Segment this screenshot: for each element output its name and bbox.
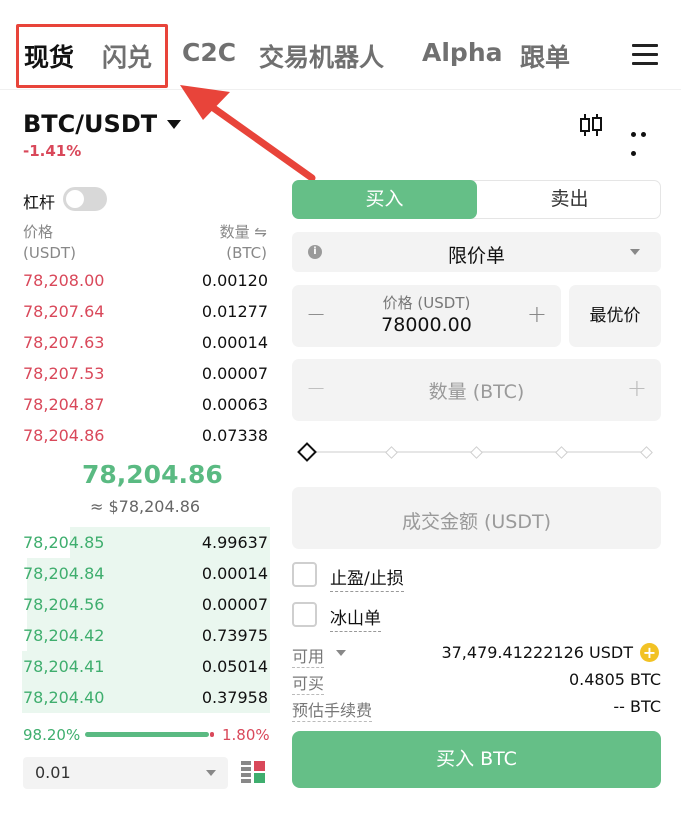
- bid-qty: 0.73975: [201, 626, 268, 645]
- bid-price: 78,204.40: [23, 688, 105, 707]
- tp-sl-label[interactable]: 止盈/止损: [330, 564, 404, 592]
- plus-icon[interactable]: +: [627, 374, 647, 402]
- bid-price: 78,204.41: [23, 657, 105, 676]
- annotation-highlight-box: [16, 24, 168, 88]
- orderbook-qty-header[interactable]: 数量 ⇋: [220, 221, 267, 242]
- buy-ratio: 98.20%: [23, 726, 81, 744]
- top-nav: 现货 闪兑 C2C 交易机器人 Alpha 跟单: [0, 0, 681, 90]
- more-options-icon[interactable]: [631, 122, 659, 156]
- ask-price: 78,204.87: [23, 395, 105, 414]
- tp-sl-checkbox[interactable]: [292, 562, 317, 587]
- tab-copy-trading[interactable]: 跟单: [520, 38, 570, 74]
- ask-row[interactable]: 78,207.53 0.00007: [0, 358, 270, 389]
- ask-price: 78,204.86: [23, 426, 105, 445]
- chevron-down-icon: [630, 249, 640, 255]
- iceberg-label[interactable]: 冰山单: [330, 604, 381, 632]
- available-label[interactable]: 可用: [292, 643, 325, 668]
- leverage-label: 杠杆: [23, 193, 56, 212]
- best-price-button[interactable]: 最优价: [569, 285, 661, 347]
- orderbook-price-header: 价格: [23, 223, 54, 241]
- chevron-down-icon[interactable]: [336, 650, 346, 656]
- bid-row[interactable]: 78,204.40 0.37958: [0, 682, 270, 713]
- fee-label[interactable]: 预估手续费: [292, 697, 373, 722]
- last-price-fiat: ≈ $78,204.86: [90, 497, 201, 516]
- iceberg-checkbox[interactable]: [292, 602, 317, 627]
- ask-row[interactable]: 78,204.86 0.07338: [0, 420, 270, 451]
- total-amount-placeholder: 成交金额 (USDT): [401, 511, 552, 533]
- order-type-select[interactable]: i 限价单: [292, 232, 661, 272]
- ask-price: 78,207.64: [23, 302, 105, 321]
- slider-handle[interactable]: [297, 442, 317, 462]
- bid-qty: 0.00007: [201, 595, 268, 614]
- can-buy-label: 可买: [292, 670, 325, 695]
- ask-price: 78,207.53: [23, 364, 105, 383]
- price-input[interactable]: − 价格 (USDT) 78000.00 +: [292, 285, 561, 347]
- slider-node-75[interactable]: [555, 446, 568, 459]
- price-change: -1.41%: [23, 142, 82, 160]
- quantity-input[interactable]: − 数量 (BTC) +: [292, 359, 661, 421]
- chevron-down-icon: [206, 770, 216, 776]
- ask-row[interactable]: 78,204.87 0.00063: [0, 389, 270, 420]
- can-buy-value: 0.4805 BTC: [568, 670, 661, 689]
- precision-select[interactable]: 0.01: [23, 757, 228, 789]
- orderbook-layout-icon[interactable]: [241, 760, 265, 784]
- bid-row[interactable]: 78,204.41 0.05014: [0, 651, 270, 682]
- fee-value: -- BTC: [613, 697, 661, 716]
- buy-btc-button[interactable]: 买入 BTC: [292, 731, 661, 788]
- tab-alpha[interactable]: Alpha: [422, 38, 502, 67]
- last-price: 78,204.86: [82, 460, 223, 489]
- slider-node-50[interactable]: [470, 446, 483, 459]
- bid-row[interactable]: 78,204.85 4.99637: [0, 527, 270, 558]
- sell-ratio-bar: [210, 732, 214, 737]
- percentage-slider[interactable]: [297, 442, 653, 462]
- pair-dropdown-caret-icon[interactable]: [167, 120, 181, 129]
- tab-trading-bots[interactable]: 交易机器人: [259, 38, 384, 74]
- price-input-value[interactable]: 78000.00: [292, 314, 561, 336]
- ask-row[interactable]: 78,207.63 0.00014: [0, 327, 270, 358]
- leverage-toggle[interactable]: [63, 187, 107, 211]
- ask-price: 78,207.63: [23, 333, 105, 352]
- ask-qty: 0.01277: [201, 302, 268, 321]
- bid-qty: 0.05014: [201, 657, 268, 676]
- bid-qty: 4.99637: [201, 533, 268, 552]
- available-value: 37,479.41222126 USDT: [441, 643, 633, 662]
- ask-qty: 0.00007: [201, 364, 268, 383]
- candlestick-chart-icon[interactable]: [578, 112, 604, 138]
- bid-row[interactable]: 78,204.42 0.73975: [0, 620, 270, 651]
- deposit-plus-icon[interactable]: +: [640, 643, 659, 662]
- order-type-value: 限价单: [447, 245, 505, 267]
- tab-sell[interactable]: 卖出: [478, 180, 661, 219]
- bid-qty: 0.00014: [201, 564, 268, 583]
- ask-qty: 0.00120: [201, 271, 268, 290]
- ask-qty: 0.00014: [201, 333, 268, 352]
- orderbook-qty-unit: (BTC): [226, 244, 267, 262]
- bid-price: 78,204.56: [23, 595, 105, 614]
- ask-qty: 0.07338: [201, 426, 268, 445]
- bid-row[interactable]: 78,204.56 0.00007: [0, 589, 270, 620]
- quantity-placeholder: 数量 (BTC): [428, 381, 525, 403]
- buy-ratio-bar: [85, 732, 209, 737]
- orderbook-price-unit: (USDT): [23, 244, 76, 262]
- price-input-label: 价格 (USDT): [382, 294, 471, 312]
- plus-icon[interactable]: +: [527, 300, 547, 328]
- bid-qty: 0.37958: [201, 688, 268, 707]
- slider-node-100[interactable]: [640, 446, 653, 459]
- bid-price: 78,204.85: [23, 533, 105, 552]
- bid-price: 78,204.84: [23, 564, 105, 583]
- bid-price: 78,204.42: [23, 626, 105, 645]
- ask-row[interactable]: 78,208.00 0.00120: [0, 265, 270, 296]
- hamburger-menu-icon[interactable]: [632, 44, 658, 66]
- ask-qty: 0.00063: [201, 395, 268, 414]
- sell-ratio: 1.80%: [222, 726, 270, 744]
- tab-buy[interactable]: 买入: [292, 180, 477, 219]
- bid-row[interactable]: 78,204.84 0.00014: [0, 558, 270, 589]
- slider-node-25[interactable]: [385, 446, 398, 459]
- precision-value: 0.01: [35, 763, 71, 782]
- ask-price: 78,208.00: [23, 271, 105, 290]
- ask-row[interactable]: 78,207.64 0.01277: [0, 296, 270, 327]
- total-amount-input[interactable]: 成交金额 (USDT): [292, 487, 661, 549]
- pair-symbol[interactable]: BTC/USDT: [23, 110, 157, 138]
- tab-c2c[interactable]: C2C: [182, 38, 236, 67]
